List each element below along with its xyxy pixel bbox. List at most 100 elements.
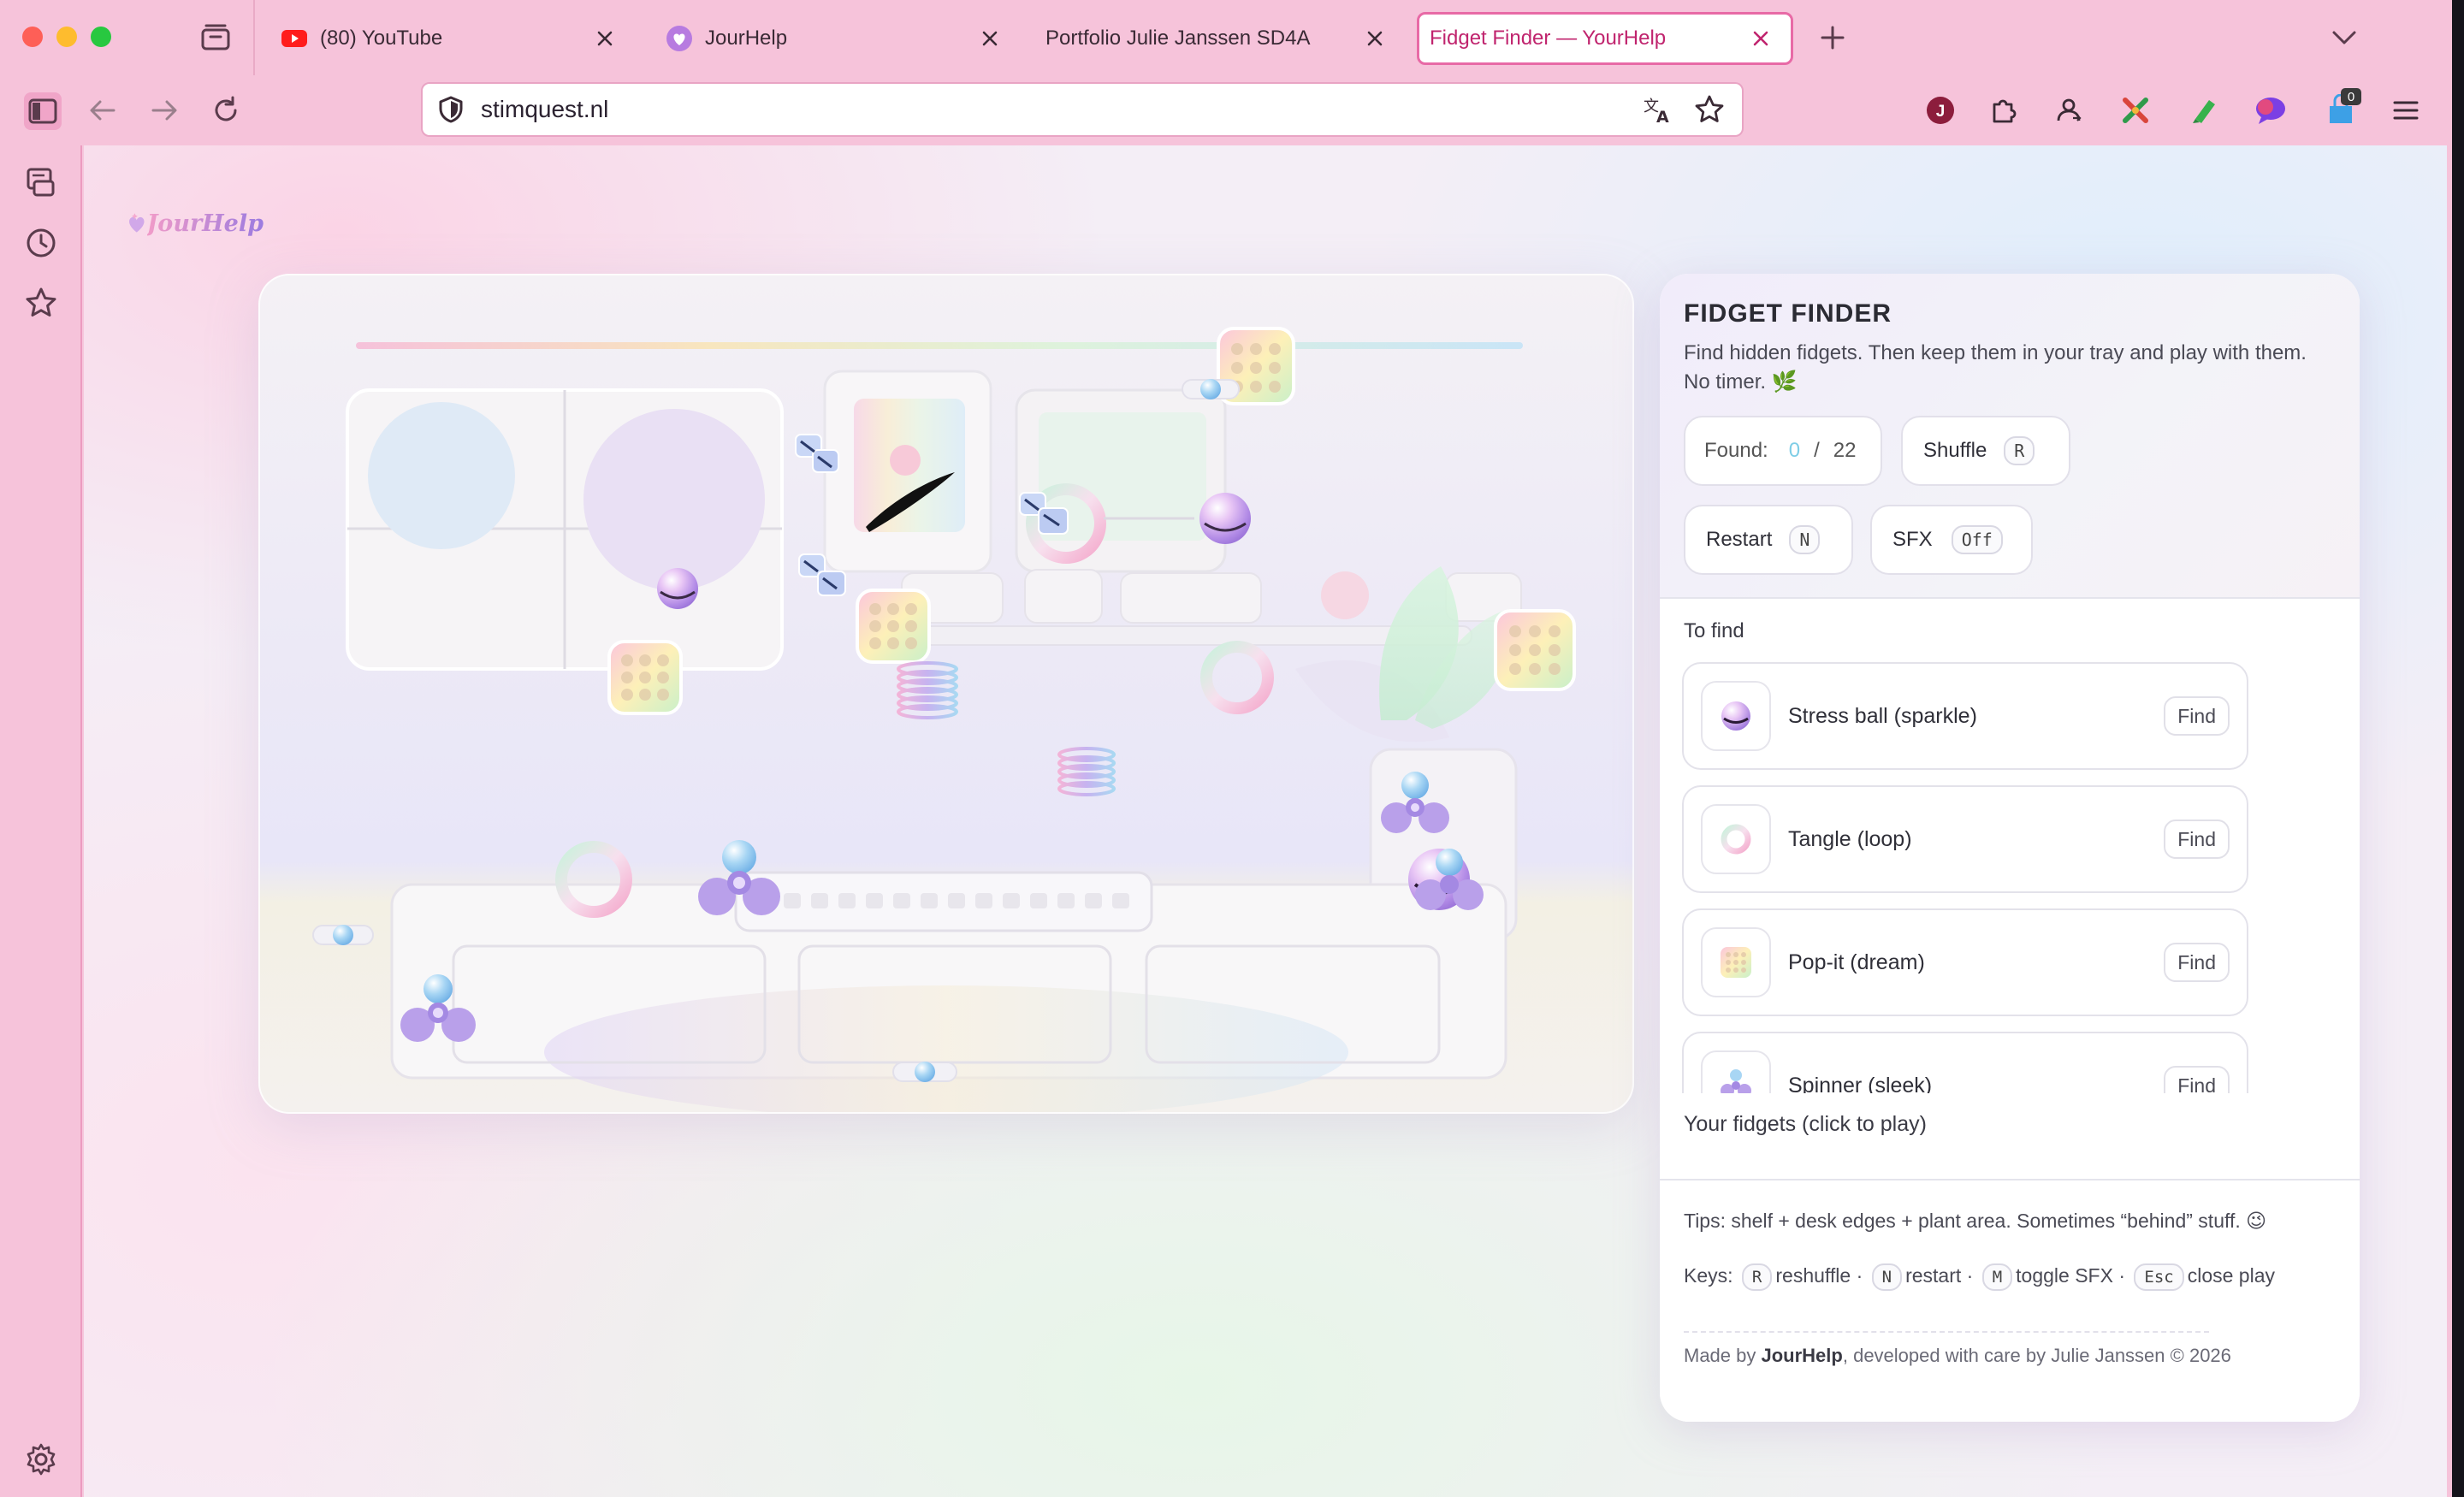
credit-prefix: Made by xyxy=(1684,1345,1762,1366)
close-window-button[interactable] xyxy=(22,27,43,47)
extension-badge: 0 xyxy=(2341,88,2361,105)
download-badge-icon[interactable]: 0 xyxy=(2324,88,2361,127)
shortcut-label: restart · xyxy=(1905,1264,1974,1287)
close-tab-icon[interactable] xyxy=(1746,24,1775,53)
extensions-puzzle-icon[interactable] xyxy=(1987,93,2021,127)
account-avatar-icon[interactable]: J xyxy=(1923,93,1958,127)
svg-text:J: J xyxy=(1936,103,1946,121)
fidget-pop-it[interactable] xyxy=(607,640,683,715)
panel-description: Find hidden fidgets. Then keep them in y… xyxy=(1684,341,2307,393)
find-button[interactable]: Find xyxy=(2164,1066,2230,1093)
forward-arrow-icon[interactable] xyxy=(147,93,181,127)
room-illustration[interactable] xyxy=(260,275,1634,1114)
tab-overview-icon[interactable] xyxy=(200,22,231,51)
sfx-toggle-button[interactable]: SFX Off xyxy=(1870,505,2033,575)
shuffle-button[interactable]: Shuffle R xyxy=(1901,416,2070,486)
jourhelp-logo[interactable]: JourHelp xyxy=(127,202,264,245)
translate-icon[interactable]: 文A xyxy=(1643,92,1677,127)
stress-ball-icon xyxy=(1701,681,1771,751)
minimize-window-button[interactable] xyxy=(56,27,77,47)
reload-icon[interactable] xyxy=(209,93,243,127)
history-clock-icon[interactable] xyxy=(24,226,58,260)
hamburger-menu-icon[interactable] xyxy=(2389,93,2423,127)
tips-footer: Tips: shelf + desk edges + plant area. S… xyxy=(1660,1179,2360,1422)
to-find-heading: To find xyxy=(1684,619,1744,642)
navigation-toolbar: stimquest.nl 文A J 0 xyxy=(0,75,2447,145)
zoom-window-button[interactable] xyxy=(91,27,111,47)
list-item[interactable]: Pop-it (dream) Find xyxy=(1682,908,2248,1016)
found-sep: / xyxy=(1814,439,1820,462)
title-bar: (80) YouTube JourHelp Portfolio Julie Ja… xyxy=(0,0,2447,75)
list-item[interactable]: Tangle (loop) Find xyxy=(1682,785,2248,893)
settings-gear-icon[interactable] xyxy=(24,1442,58,1476)
new-tab-icon[interactable] xyxy=(1815,21,1850,55)
game-scene[interactable] xyxy=(258,274,1634,1114)
found-label: Found: xyxy=(1704,439,1768,462)
tangle-icon xyxy=(1701,804,1771,874)
restart-key: N xyxy=(1789,525,1821,554)
synced-tabs-icon[interactable] xyxy=(24,166,58,200)
pop-it-icon xyxy=(1701,927,1771,997)
fidget-slinky[interactable] xyxy=(897,661,958,719)
close-tab-icon[interactable] xyxy=(590,24,619,53)
tools-extension-icon[interactable] xyxy=(2118,93,2153,127)
address-bar[interactable]: stimquest.nl 文A xyxy=(421,82,1744,137)
bookmarks-star-icon[interactable] xyxy=(24,286,58,320)
logo-mark-icon xyxy=(129,213,145,233)
sfx-label: SFX xyxy=(1892,528,1933,551)
find-button[interactable]: Find xyxy=(2164,696,2230,736)
fidget-slider[interactable] xyxy=(892,1062,957,1082)
fidget-stress-ball[interactable] xyxy=(1199,493,1251,544)
window-edge xyxy=(2447,0,2464,1497)
fidget-stress-ball[interactable] xyxy=(657,568,698,609)
fidget-slinky[interactable] xyxy=(1057,747,1116,796)
keys-prefix: Keys: xyxy=(1684,1264,1733,1287)
tab-youtube[interactable]: (80) YouTube xyxy=(262,12,635,65)
shortcut-label: close play xyxy=(2187,1264,2275,1287)
shortcut-key: R xyxy=(1741,1263,1773,1291)
found-total: 22 xyxy=(1833,439,1857,462)
sidebar-toggle-icon[interactable] xyxy=(24,92,62,130)
close-tab-icon[interactable] xyxy=(975,24,1004,53)
list-item[interactable]: Stress ball (sparkle) Find xyxy=(1682,662,2248,770)
url-text[interactable]: stimquest.nl xyxy=(481,96,1643,123)
tab-fidget-finder[interactable]: Fidget Finder — YourHelp xyxy=(1417,12,1793,65)
tab-title: Portfolio Julie Janssen SD4A xyxy=(1045,27,1311,50)
item-name: Pop-it (dream) xyxy=(1788,950,1925,974)
fidget-pop-it[interactable] xyxy=(1494,609,1576,691)
chevron-down-icon[interactable] xyxy=(2325,19,2363,56)
bookmark-star-icon[interactable] xyxy=(1694,92,1728,127)
list-item[interactable]: Spinner (sleek) Find xyxy=(1682,1032,2248,1093)
tab-jourhelp[interactable]: JourHelp xyxy=(647,12,1020,65)
fidget-finder-panel: FIDGET FINDER Find hidden fidgets. Then … xyxy=(1660,274,2360,1422)
fidget-slider[interactable] xyxy=(1182,379,1240,399)
chat-bubble-icon[interactable] xyxy=(2254,93,2288,127)
fidget-pop-it[interactable] xyxy=(856,589,931,664)
find-button[interactable]: Find xyxy=(2164,820,2230,859)
your-fidgets-tray-label: Your fidgets (click to play) xyxy=(1684,1112,1927,1136)
tips-text: Tips: shelf + desk edges + plant area. S… xyxy=(1684,1210,2267,1232)
tab-title: (80) YouTube xyxy=(320,27,443,50)
restart-button[interactable]: Restart N xyxy=(1684,505,1853,575)
shortcut-key: Esc xyxy=(2134,1263,2184,1291)
tab-portfolio[interactable]: Portfolio Julie Janssen SD4A xyxy=(1032,12,1405,65)
credit-suffix: , developed with care by Julie Janssen ©… xyxy=(1842,1345,2231,1366)
shortcut-key: N xyxy=(1871,1263,1903,1291)
fidget-tangle[interactable] xyxy=(1200,641,1274,714)
browser-sidebar xyxy=(0,145,82,1497)
keyboard-shortcuts: Keys: Rreshuffle · Nrestart · Mtoggle SF… xyxy=(1684,1261,2343,1291)
tab-separator xyxy=(253,0,255,75)
item-name: Stress ball (sparkle) xyxy=(1788,703,1977,728)
highlighter-icon[interactable] xyxy=(2187,93,2221,127)
find-button[interactable]: Find xyxy=(2164,943,2230,982)
panel-title: FIDGET FINDER xyxy=(1684,299,1892,328)
back-arrow-icon[interactable] xyxy=(86,93,120,127)
shield-icon[interactable] xyxy=(436,95,465,124)
close-tab-icon[interactable] xyxy=(1360,24,1389,53)
found-count: 0 xyxy=(1788,439,1801,462)
profile-switch-icon[interactable] xyxy=(2052,93,2086,127)
found-counter: Found: 0 / 22 xyxy=(1684,416,1882,486)
svg-text:A: A xyxy=(1656,108,1669,125)
fidget-slider[interactable] xyxy=(312,925,374,945)
to-find-list[interactable]: Stress ball (sparkle) Find Tangle (loop)… xyxy=(1682,662,2248,1093)
